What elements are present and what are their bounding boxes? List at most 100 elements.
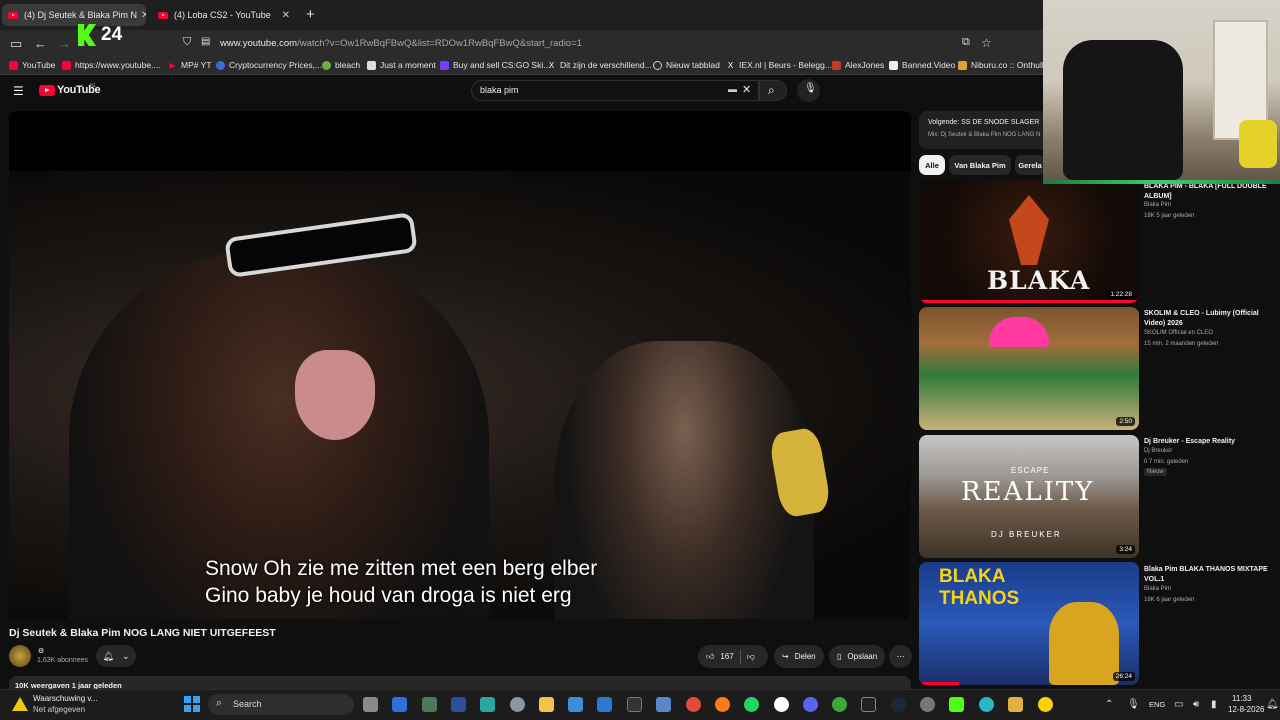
bookmark-item[interactable]: X IEX.nl | Beurs - Belegg... (726, 60, 832, 70)
spotify-icon[interactable] (744, 697, 759, 712)
mic-icon[interactable]: 🎙︎ (1127, 699, 1140, 710)
shield-icon[interactable]: ⛉ (183, 36, 191, 49)
bookmark-item[interactable]: X Dit zijn de verschillend... (547, 60, 652, 70)
calculator-icon[interactable] (422, 697, 437, 712)
close-tab-icon[interactable]: ✕ (137, 10, 146, 21)
bookmark-item[interactable]: ▶ MP# YT (168, 60, 211, 70)
recommendation-channel[interactable]: Blaka Pim (1144, 202, 1171, 208)
bookmark-item[interactable]: AlexJones (832, 60, 884, 70)
app-icon[interactable] (1008, 697, 1023, 712)
chip-related[interactable]: Gerela (1015, 155, 1045, 175)
epic-games-icon[interactable] (861, 697, 876, 712)
video-player[interactable] (9, 111, 911, 619)
network-icon[interactable]: ▭ (1174, 699, 1183, 710)
up-next-panel[interactable] (919, 111, 1049, 149)
recommendation-channel[interactable]: Dj Breuker (1144, 448, 1172, 454)
app-icon[interactable] (451, 697, 466, 712)
channel-avatar[interactable] (9, 645, 31, 667)
start-button[interactable] (184, 696, 200, 712)
chip-from-channel[interactable]: Van Blaka Pim (949, 155, 1011, 175)
itunes-icon[interactable] (774, 697, 789, 712)
url-field[interactable]: www.youtube.com/watch?v=Ow1RwBqFBwQ&list… (220, 38, 582, 49)
bookmark-item[interactable]: Just a moment (367, 60, 436, 70)
bookmark-item[interactable]: Buy and sell CS:GO Ski... (440, 60, 550, 70)
like-count: 167 (720, 652, 734, 661)
clock-date[interactable]: 12-8-2026 (1228, 705, 1264, 714)
more-actions-button[interactable]: ⋯ (889, 645, 912, 668)
recommendation-title[interactable]: BLAKA PIM - BLAKA [FULL DOUBLE ALBUM] (1144, 182, 1274, 202)
menu-icon[interactable]: ☰ (13, 84, 24, 98)
clock-time[interactable]: 11:33 (1232, 694, 1251, 703)
bookmark-item[interactable]: YouTube (9, 60, 55, 70)
duration-badge: 3:24 (1116, 545, 1135, 554)
chip-all[interactable]: Alle (919, 155, 945, 175)
thumbs-down-icon[interactable]: 👎︎ (747, 652, 755, 662)
bookmark-item[interactable]: Banned.Video (889, 60, 955, 70)
clear-search-icon[interactable]: ✕ (742, 83, 751, 96)
search-button[interactable]: ⌕ (759, 80, 787, 101)
app-icon[interactable] (979, 697, 994, 712)
file-explorer-icon[interactable] (539, 697, 554, 712)
keyboard-icon[interactable]: ▬ (728, 84, 737, 94)
video-thumbnail[interactable]: 2:50 (919, 307, 1139, 430)
bookmark-item[interactable]: Niburu.co :: Onthulle (958, 60, 1048, 70)
search-input-value[interactable]: blaka pim (480, 85, 519, 95)
taskbar-search[interactable]: ⌕ (208, 694, 354, 715)
warning-icon[interactable] (12, 697, 28, 711)
steam-icon[interactable] (891, 697, 906, 712)
video-thumbnail[interactable]: ESCAPE REALITY DJ BREUKER 3:24 (919, 435, 1139, 558)
bookmark-item[interactable]: Nieuw tabblad (653, 60, 720, 70)
save-button[interactable]: ▯ Opslaan (829, 645, 885, 668)
share-button[interactable]: ↪ Delen (774, 645, 824, 668)
terminal-icon[interactable] (627, 697, 642, 712)
notifications-icon[interactable]: 🔔︎ (1266, 699, 1279, 710)
task-view-icon[interactable] (363, 697, 378, 712)
browser-tab[interactable]: (4) Loba CS2 - YouTube ✕ (152, 4, 296, 26)
close-tab-icon[interactable]: ✕ (278, 10, 290, 21)
bookmark-item[interactable]: https://www.youtube.... (62, 60, 161, 70)
recommendation-title[interactable]: Blaka Pim BLAKA THANOS MIXTAPE VOL.1 (1144, 565, 1274, 585)
battery-icon[interactable]: ▮ (1211, 699, 1217, 710)
language-indicator[interactable]: ENG (1149, 700, 1165, 709)
recommendation-channel[interactable]: Blaka Pim (1144, 586, 1171, 592)
voice-search-button[interactable]: 🎙︎ (797, 79, 820, 102)
picture-in-picture-icon[interactable]: ⧉ (962, 36, 970, 49)
youtube-logo-icon[interactable] (39, 85, 55, 96)
recommendation-title[interactable]: Dj Breuker - Escape Reality (1144, 437, 1274, 447)
forward-icon[interactable]: → (58, 36, 71, 51)
recommendation-channel[interactable]: SKOLIM Official en CLEO (1144, 330, 1213, 336)
snapchat-icon[interactable] (1038, 697, 1053, 712)
like-button[interactable]: 👍︎ 167 (706, 652, 734, 662)
discord-icon[interactable] (803, 697, 818, 712)
new-tab-icon[interactable]: + (306, 6, 315, 23)
bookmark-item[interactable]: Cryptocurrency Prices,... (216, 60, 322, 70)
app-icon[interactable] (920, 697, 935, 712)
video-thumbnail[interactable]: BLAKA 1:22:28 (919, 180, 1139, 303)
back-icon[interactable]: ← (34, 36, 47, 51)
sidebar-toggle-icon[interactable]: ▭ (10, 36, 22, 52)
bookmark-star-icon[interactable]: ☆ (981, 36, 992, 50)
recommendation-title[interactable]: SKOLIM & CLEO - Lubimy (Official Video) … (1144, 309, 1274, 329)
mix-subtitle: Mix: Dj Seutek & Blaka Pim NOG LANG N (928, 132, 1041, 138)
bell-icon: 🔔︎ (102, 650, 114, 661)
reader-mode-icon[interactable]: ▤ (201, 36, 210, 47)
store-icon[interactable] (597, 697, 612, 712)
chevron-up-icon[interactable]: ⌃ (1105, 699, 1113, 710)
notification-title[interactable]: Waarschuwing v... (33, 694, 97, 703)
browser-tab-active[interactable]: (4) Dj Seutek & Blaka Pim N ✕ (2, 4, 146, 26)
cs-skins-icon (440, 60, 449, 70)
video-thumbnail[interactable]: BLAKA THANOS 26:24 (919, 562, 1139, 685)
xbox-icon[interactable] (832, 697, 847, 712)
webcam-overlay (1043, 0, 1280, 184)
bookmark-item[interactable]: bleach (322, 60, 360, 70)
photos-icon[interactable] (656, 697, 671, 712)
notifications-button[interactable]: 🔔︎ ⌄ (96, 645, 136, 667)
firefox-icon[interactable] (715, 697, 730, 712)
volume-icon[interactable]: 🔊︎ (1193, 699, 1199, 710)
app-icon[interactable] (568, 697, 583, 712)
outlook-icon[interactable] (392, 697, 407, 712)
app-icon[interactable] (480, 697, 495, 712)
kick-icon[interactable] (949, 697, 964, 712)
chrome-icon[interactable] (686, 697, 701, 712)
settings-icon[interactable] (510, 697, 525, 712)
